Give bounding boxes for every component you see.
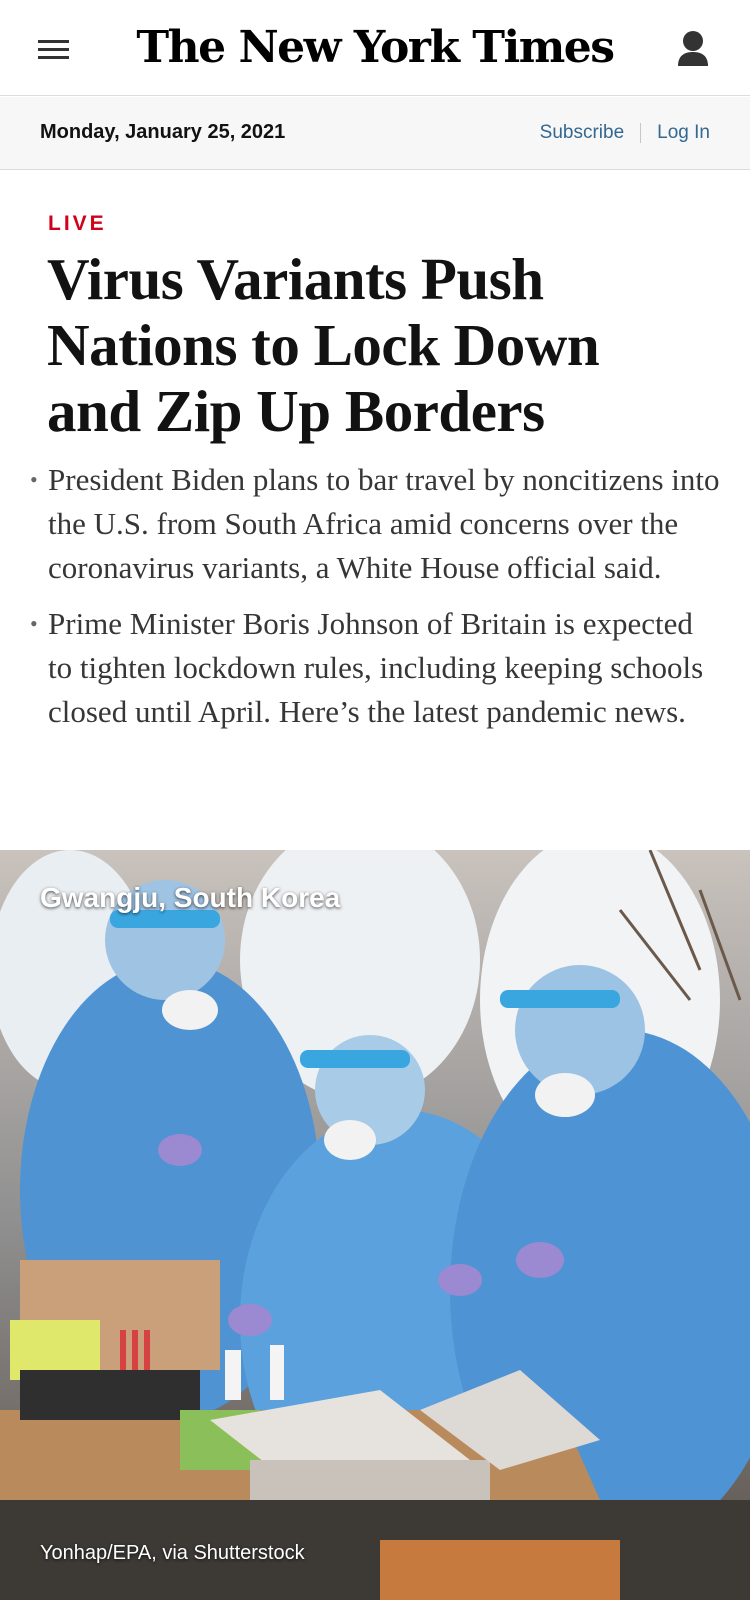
lead-photo[interactable]: Gwangju, South Korea Yonhap/EPA, via Shu… bbox=[0, 850, 750, 1600]
article-headline[interactable]: Virus Variants Push Nations to Lock Down… bbox=[47, 246, 707, 444]
summary-item: • Prime Minister Boris Johnson of Britai… bbox=[30, 602, 720, 734]
login-link[interactable]: Log In bbox=[657, 122, 710, 144]
photo-credit: Yonhap/EPA, via Shutterstock bbox=[40, 1542, 305, 1564]
article-summary: • President Biden plans to bar travel by… bbox=[30, 458, 720, 746]
subscribe-link[interactable]: Subscribe bbox=[540, 122, 625, 144]
auth-links: Subscribe Log In bbox=[540, 122, 710, 144]
nyt-logo[interactable]: The New York Times bbox=[0, 20, 750, 76]
user-account-icon[interactable] bbox=[676, 30, 710, 68]
summary-text: President Biden plans to bar travel by n… bbox=[48, 462, 720, 585]
live-label: LIVE bbox=[48, 212, 107, 235]
summary-text: Prime Minister Boris Johnson of Britain … bbox=[48, 606, 704, 729]
photo-location-caption: Gwangju, South Korea bbox=[40, 882, 341, 913]
summary-item: • President Biden plans to bar travel by… bbox=[30, 458, 720, 590]
top-header: The New York Times bbox=[0, 0, 750, 96]
photo-illustration bbox=[0, 850, 750, 1600]
current-date: Monday, January 25, 2021 bbox=[40, 121, 286, 143]
divider bbox=[640, 123, 642, 143]
date-bar: Monday, January 25, 2021 Subscribe Log I… bbox=[0, 97, 750, 170]
bullet-icon: • bbox=[30, 467, 38, 492]
bullet-icon: • bbox=[30, 611, 38, 636]
